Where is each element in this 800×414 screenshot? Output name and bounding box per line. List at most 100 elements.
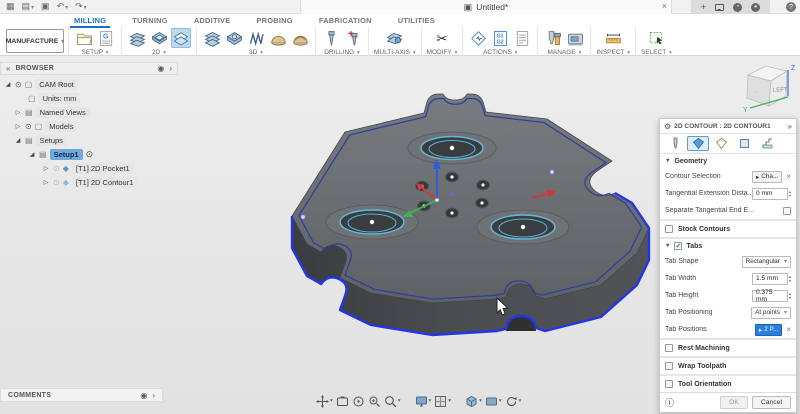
tree-item-cam-root[interactable]: ◢ ⊙ ▢ CAM Root (2, 77, 178, 91)
model-top-face[interactable] (292, 94, 649, 303)
tab-height-input[interactable]: 0.375 mm (752, 290, 788, 302)
undo-icon[interactable]: ↶▾ (57, 1, 69, 12)
expand-closed-icon[interactable]: ▷ (14, 109, 22, 116)
tree-item-setups[interactable]: ◢ ▤ Setups (2, 133, 178, 147)
tree-item-label[interactable]: Named Views (36, 107, 90, 118)
clear-selection-icon[interactable]: × (786, 172, 791, 181)
dialog-gear-icon[interactable]: ⚙ (664, 122, 671, 131)
g1g2-post-icon[interactable]: G1G2 (490, 28, 510, 48)
trim-scissors-icon[interactable]: ✂ (432, 28, 452, 48)
tab-utilities[interactable]: UTILITIES (396, 15, 437, 27)
spinner-control[interactable]: ▴▾ (789, 275, 791, 283)
tree-item-models[interactable]: ▷ ⊙ ▢ Models (2, 119, 178, 133)
layout-icon[interactable]: ▾ (485, 395, 502, 408)
drill-pattern-icon[interactable] (343, 28, 363, 48)
tree-item-units[interactable]: ▢ Units: mm (2, 91, 178, 105)
tree-item-label-selected[interactable]: Setup1 (50, 149, 83, 160)
new-setup-icon[interactable] (74, 28, 94, 48)
3d-morph-icon[interactable] (290, 28, 310, 48)
boss-top[interactable] (408, 132, 496, 164)
viewport-canvas[interactable]: Z LEFT ··· Z (0, 56, 800, 414)
spinner-control[interactable]: ▴▾ (789, 190, 791, 198)
document-tab[interactable]: ▣ Untitled* × (300, 0, 672, 14)
visibility-eye-icon[interactable]: ⊙ (53, 178, 60, 187)
help-icon[interactable]: ? (786, 2, 796, 12)
contour-selection-button[interactable]: ▸ Cha... (752, 171, 782, 183)
center-point[interactable] (450, 192, 454, 196)
display-settings-icon[interactable]: ▾ (415, 395, 432, 408)
post-process-icon[interactable] (468, 28, 488, 48)
tab-position-point-left[interactable] (301, 215, 306, 220)
tab-position-point-right[interactable] (550, 170, 555, 175)
spinner-control[interactable]: ▴▾ (789, 292, 791, 300)
close-document-icon[interactable]: × (662, 1, 667, 11)
refresh-icon[interactable]: ▾ (505, 395, 522, 408)
tool-orientation-section[interactable]: Tool Orientation (660, 374, 796, 392)
tab-positioning-select[interactable]: At points ▾ (751, 307, 791, 319)
tool-library-icon[interactable] (543, 28, 563, 48)
3d-adaptive-icon[interactable] (202, 28, 222, 48)
expand-open-icon[interactable]: ◢ (14, 137, 22, 144)
3d-spiral-icon[interactable] (268, 28, 288, 48)
comments-bar[interactable]: COMMENTS ◉ › (0, 388, 163, 402)
rest-machining-section[interactable]: Rest Machining (660, 338, 796, 356)
group-label-actions[interactable]: ACTIONS ▾ (483, 49, 517, 56)
job-status-icon[interactable]: ◔ (733, 3, 742, 12)
tree-item-2d-pocket1[interactable]: ▷ ⊙ ◆ [T1] 2D Pocket1 (2, 161, 178, 175)
workspace-selector[interactable]: MANUFACTURE▾ (6, 29, 64, 53)
2d-pocket-icon[interactable] (149, 28, 169, 48)
dialog-expand-icon[interactable]: » (788, 122, 792, 131)
geometry-tab-icon[interactable] (687, 136, 709, 151)
visibility-eye-icon[interactable]: ⊙ (53, 164, 60, 173)
tree-item-2d-contour1[interactable]: ▷ ⊙ ◆ [T1] 2D Contour1 (2, 175, 178, 189)
visibility-eye-icon[interactable]: ⊙ (25, 122, 32, 131)
group-label-manage[interactable]: MANAGE ▾ (547, 49, 581, 56)
tab-width-input[interactable]: 1.5 mm (752, 273, 788, 285)
new-tab-icon[interactable]: + (701, 2, 706, 12)
expand-closed-icon[interactable]: ▷ (14, 123, 22, 130)
boss-right[interactable] (477, 210, 569, 244)
look-at-icon[interactable] (368, 395, 381, 408)
notifications-icon[interactable]: ◕ (751, 3, 760, 12)
passes-tab-icon[interactable] (733, 136, 755, 151)
info-icon[interactable]: ⓘ (665, 396, 674, 409)
rest-machining-checkbox[interactable] (665, 344, 673, 352)
tree-item-named-views[interactable]: ▷ ▤ Named Views (2, 105, 178, 119)
tab-additive[interactable]: ADDITIVE (192, 15, 233, 27)
viewports-icon[interactable]: ▾ (465, 395, 482, 408)
tree-item-label[interactable]: [T1] 2D Contour1 (72, 177, 138, 188)
group-label-drilling[interactable]: DRILLING ▾ (324, 49, 360, 56)
tab-fabrication[interactable]: FABRICATION (317, 15, 374, 27)
group-label-multiaxis[interactable]: MULTI-AXIS ▾ (374, 49, 416, 56)
machine-library-icon[interactable] (565, 28, 585, 48)
redo-icon[interactable]: ↷▾ (75, 1, 87, 12)
generate-gcode-icon[interactable]: G (96, 28, 116, 48)
tab-shape-select[interactable]: Rectangular ▾ (742, 256, 791, 268)
tab-turning[interactable]: TURNING (130, 15, 170, 27)
tool-tab-icon[interactable] (664, 136, 686, 151)
comment-icon[interactable] (715, 4, 724, 11)
select-window-icon[interactable] (646, 28, 666, 48)
separate-tangential-checkbox[interactable] (783, 207, 791, 215)
multi-axis-icon[interactable] (385, 28, 405, 48)
3d-pocket-icon[interactable] (224, 28, 244, 48)
free-orbit-icon[interactable] (352, 395, 365, 408)
group-label-3d[interactable]: 3D ▾ (249, 49, 263, 56)
3d-parallel-icon[interactable] (246, 28, 266, 48)
view-cube[interactable]: LEFT ··· Z Y (742, 58, 798, 116)
app-grid-icon[interactable]: ▦ (6, 1, 15, 12)
wrap-toolpath-section[interactable]: Wrap Toolpath (660, 356, 796, 374)
pan-icon[interactable]: ▾ (316, 395, 333, 408)
drill-icon[interactable] (321, 28, 341, 48)
tree-item-setup1[interactable]: ◢ ▤ Setup1 ⊙ (2, 147, 178, 161)
ok-button[interactable]: OK (720, 396, 748, 409)
clear-selection-icon[interactable]: × (786, 325, 791, 334)
linking-tab-icon[interactable] (756, 136, 778, 151)
measure-icon[interactable] (603, 28, 623, 48)
cancel-button[interactable]: Cancel (752, 396, 791, 409)
group-label-modify[interactable]: MODIFY ▾ (427, 49, 458, 56)
browser-header[interactable]: « BROWSER ◉ › (0, 62, 178, 75)
group-label-select[interactable]: SELECT ▾ (641, 49, 672, 56)
setup-sheet-icon[interactable] (512, 28, 532, 48)
grid-snaps-icon[interactable]: ▾ (434, 395, 451, 408)
